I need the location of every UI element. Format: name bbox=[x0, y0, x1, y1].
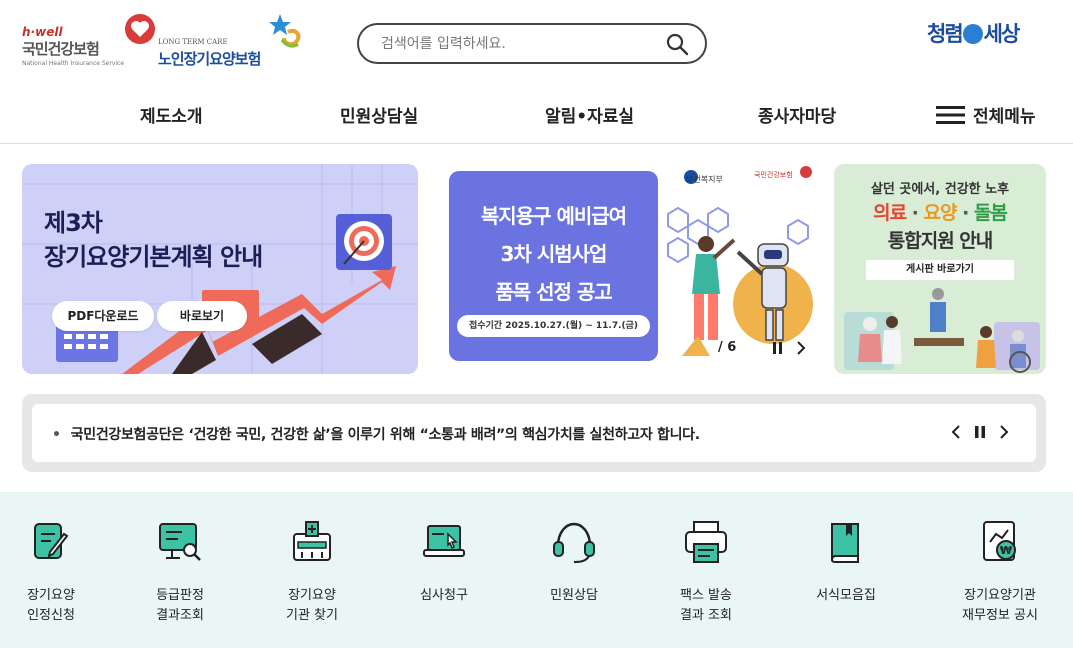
quick-item-label: 팩스 발송 결과 조회 bbox=[680, 588, 732, 623]
ltc-logo[interactable]: LONG TERM CARE 노인장기요양보험 bbox=[158, 12, 303, 72]
banner-welfare-equipment[interactable]: 복지용구 예비급여 3차 시범사업 품목 선정 공고 접수기간 2025.10.… bbox=[449, 171, 658, 361]
main-navigation: 제도소개 민원상담실 알림•자료실 종사자마당 전체메뉴 bbox=[0, 88, 1073, 144]
care-keyword-care: 돌봄 bbox=[973, 202, 1008, 224]
search-input[interactable] bbox=[381, 34, 651, 54]
banner-ltc-plan[interactable]: 제3차 장기요양기본계획 안내 PDF다운로드 바로보기 bbox=[22, 164, 418, 374]
notice-bar: • 국민건강보험공단은 ‘건강한 국민, 건강한 삶’을 이루기 위해 “소통과 … bbox=[22, 394, 1046, 472]
hamburger-icon bbox=[936, 106, 965, 124]
banner-welfare-org1: 보건복지부 bbox=[686, 175, 723, 184]
quick-item-label: 등급판정 결과조회 bbox=[156, 588, 204, 623]
nav-item-civil-counsel[interactable]: 민원상담실 bbox=[340, 102, 418, 127]
pause-icon[interactable] bbox=[970, 422, 990, 442]
quick-item-find-facility[interactable]: 장기요양 기관 찾기 bbox=[257, 520, 367, 630]
finance-document-icon: ₩ bbox=[983, 521, 1016, 561]
banner-welfare-equipment-title: 복지용구 예비급여 3차 시범사업 품목 선정 공고 bbox=[449, 197, 658, 311]
pause-icon[interactable] bbox=[772, 341, 784, 355]
printer-icon bbox=[685, 521, 727, 563]
banner-welfare-date: 접수기간 2025.10.27.(월) ~ 11.7.(금) bbox=[457, 315, 650, 337]
book-icon bbox=[830, 523, 859, 563]
nhis-logo[interactable]: h·well 국민건강보험 National Health Insurance … bbox=[22, 14, 157, 70]
all-menu-button[interactable]: 전체메뉴 bbox=[936, 102, 1036, 127]
quick-item-label: 장기요양 기관 찾기 bbox=[286, 588, 338, 623]
slogan-right: 세상 bbox=[983, 22, 1021, 46]
quick-item-grade-result[interactable]: 등급판정 결과조회 bbox=[125, 520, 235, 630]
quick-item-label: 장기요양 인정신청 bbox=[27, 588, 75, 623]
board-shortcut-button[interactable]: 게시판 바로가기 bbox=[866, 260, 1014, 280]
ltc-logo-name: 노인장기요양보험 bbox=[158, 50, 261, 68]
all-menu-label: 전체메뉴 bbox=[973, 107, 1036, 127]
integrity-slogan[interactable]: 청렴 세상 bbox=[927, 18, 1047, 50]
care-keyword-medical: 의료 bbox=[873, 202, 907, 224]
banner-care-line1: 살던 곳에서, 건강한 노후 bbox=[870, 182, 1010, 197]
banner-pager: / 6 bbox=[718, 339, 812, 359]
headset-icon bbox=[553, 522, 595, 563]
banner-integrated-care[interactable]: 살던 곳에서, 건강한 노후 의료 · 요양 · 돌봄 통합지원 안내 게시판 … bbox=[834, 164, 1046, 374]
nhis-logo-tag: h·well bbox=[22, 25, 63, 39]
care-keyword-nursing: 요양 bbox=[923, 202, 958, 224]
banner-care-line2: 의료 · 요양 · 돌봄 bbox=[873, 202, 1008, 224]
banner-ltc-plan-title: 제3차 장기요양기본계획 안내 bbox=[44, 206, 263, 274]
elderly-care-illustration bbox=[844, 288, 1040, 373]
banner-welfare-org2: 국민건강보험 bbox=[754, 171, 793, 179]
banner-ltc-plan-title-line2: 장기요양기본계획 안내 bbox=[44, 243, 263, 271]
quick-item-review-claim[interactable]: 심사청구 bbox=[389, 520, 499, 630]
nav-item-notice-archive[interactable]: 알림•자료실 bbox=[545, 102, 634, 127]
chevron-right-icon[interactable] bbox=[994, 422, 1014, 442]
bullet: • bbox=[52, 427, 61, 443]
banner-pager-count: / 6 bbox=[718, 340, 737, 355]
search-icon[interactable] bbox=[665, 32, 689, 56]
robot-person-illustration bbox=[667, 166, 813, 356]
banner-welfare-title-line2: 3차 시범사업 bbox=[500, 242, 608, 266]
quick-item-finance-disclosure[interactable]: ₩ 장기요양기관 재무정보 공시 bbox=[945, 520, 1055, 630]
pdf-download-button[interactable]: PDF다운로드 bbox=[52, 301, 154, 331]
hospital-icon bbox=[293, 521, 331, 561]
quick-menu: 장기요양 인정신청 등급판정 결과조회 장기요양 기관 찾기 심사청구 민원상담… bbox=[0, 492, 1073, 648]
svg-text:₩: ₩ bbox=[1000, 544, 1012, 557]
notice-panel: • 국민건강보험공단은 ‘건강한 국민, 건강한 삶’을 이루기 위해 “소통과 … bbox=[32, 404, 1036, 462]
nav-item-workers[interactable]: 종사자마당 bbox=[758, 102, 836, 127]
banner-care-line3: 통합지원 안내 bbox=[887, 230, 994, 252]
laptop-cursor-icon bbox=[423, 525, 465, 557]
banner-welfare-title-line3: 품목 선정 공고 bbox=[495, 280, 612, 304]
star-icon bbox=[269, 14, 301, 48]
nhis-logo-name: 국민건강보험 bbox=[22, 40, 100, 58]
quick-item-label: 민원상담 bbox=[550, 588, 598, 603]
banner-welfare-title-line1: 복지용구 예비급여 bbox=[480, 204, 627, 228]
heart-icon bbox=[125, 14, 155, 44]
quick-item-civil-counsel[interactable]: 민원상담 bbox=[519, 520, 629, 630]
quick-item-label: 서식모음집 bbox=[816, 588, 876, 603]
ltc-logo-en: LONG TERM CARE bbox=[158, 38, 228, 46]
quick-item-form-collection[interactable]: 서식모음집 bbox=[791, 520, 901, 630]
quick-item-label: 장기요양기관 재무정보 공시 bbox=[962, 588, 1038, 623]
chevron-right-icon[interactable] bbox=[796, 341, 806, 355]
document-pen-icon bbox=[34, 523, 69, 559]
quick-item-label: 심사청구 bbox=[420, 588, 468, 603]
search-box bbox=[357, 23, 707, 64]
monitor-search-icon bbox=[159, 523, 201, 561]
slogan-left: 청렴 bbox=[927, 22, 964, 46]
banner-ltc-plan-title-line1: 제3차 bbox=[44, 209, 103, 237]
quick-item-ltc-application[interactable]: 장기요양 인정신청 bbox=[0, 520, 106, 630]
globe-icon bbox=[962, 24, 983, 44]
chevron-left-icon[interactable] bbox=[946, 422, 966, 442]
nhis-logo-en: National Health Insurance Service bbox=[22, 60, 125, 67]
nav-item-system-intro[interactable]: 제도소개 bbox=[140, 102, 203, 127]
notice-text: 국민건강보험공단은 ‘건강한 국민, 건강한 삶’을 이루기 위해 “소통과 배… bbox=[70, 427, 700, 443]
view-button[interactable]: 바로보기 bbox=[157, 301, 247, 331]
notice-text-row[interactable]: • 국민건강보험공단은 ‘건강한 국민, 건강한 삶’을 이루기 위해 “소통과 … bbox=[52, 424, 700, 444]
quick-item-fax-result[interactable]: 팩스 발송 결과 조회 bbox=[651, 520, 761, 630]
banner-welfare-illustration: 보건복지부 국민건강보험 bbox=[658, 164, 818, 360]
